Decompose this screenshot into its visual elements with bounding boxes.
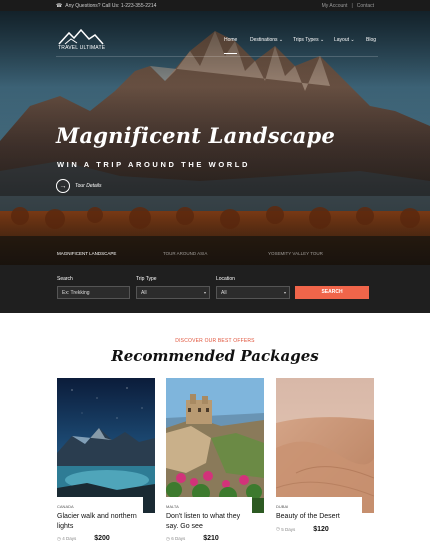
my-account-link[interactable]: My Account	[322, 3, 348, 9]
contact-link[interactable]: Contact	[357, 3, 374, 9]
package-name[interactable]: Don't listen to what they say. Go see	[166, 512, 252, 531]
hero-subtitle: WIN A TRIP AROUND THE WORLD	[57, 160, 250, 169]
search-label: Search	[57, 276, 73, 282]
slide-tab-1[interactable]: MAGNIFICENT LANDSCAPE	[57, 251, 116, 256]
clock-icon: ◷	[166, 535, 170, 541]
package-name[interactable]: Beauty of the Desert	[276, 512, 362, 522]
package-image-glacier[interactable]	[57, 378, 155, 513]
package-duration: 5 Days	[281, 526, 296, 532]
nav-destinations[interactable]: Destinations ⌄	[250, 37, 283, 43]
package-image-desert[interactable]	[276, 378, 374, 513]
package-card[interactable]: MALTA Don't listen to what they say. Go …	[166, 378, 264, 550]
trip-type-value: All	[141, 290, 147, 296]
package-price: $200	[94, 535, 110, 542]
nav-active-indicator	[224, 53, 237, 54]
search-button[interactable]: SEARCH	[295, 286, 369, 299]
slide-tab-3[interactable]: YOSEMITY VALLEY TOUR	[268, 251, 323, 256]
location-value: All	[221, 290, 227, 296]
tour-details-button[interactable]: → Tour Details	[56, 179, 102, 193]
package-duration: 4 Days	[62, 536, 77, 541]
section-eyebrow: DISCOVER OUR BEST OFFERS	[175, 338, 255, 344]
package-info: DUBAI Beauty of the Desert ◷ 5 Days $120	[276, 497, 362, 533]
topbar-separator: |	[351, 3, 353, 9]
package-price: $210	[203, 535, 219, 542]
nav-trip-types-label: Trips Types	[293, 37, 319, 43]
phone-icon: ☎	[56, 3, 63, 9]
package-country: DUBAI	[276, 504, 289, 509]
trip-type-select[interactable]: All ▾	[136, 286, 210, 299]
top-bar: ☎ Any Questions? Call Us: 1-223-355-2214…	[0, 0, 430, 11]
nav-divider	[56, 56, 378, 57]
package-name[interactable]: Glacier walk and northern lights	[57, 512, 143, 531]
trip-search-bar: Search Ex: Trekking Trip Type All ▾ Loca…	[0, 265, 430, 313]
nav-destinations-label: Destinations	[250, 37, 278, 43]
search-input-value: Ex: Trekking	[62, 290, 90, 296]
package-price: $120	[313, 525, 329, 533]
hero-slider: TRAVEL ULTIMATE Home Destinations ⌄ Trip…	[0, 11, 430, 265]
package-image-malta[interactable]	[166, 378, 264, 513]
caret-down-icon: ▾	[203, 290, 206, 295]
nav-home[interactable]: Home	[224, 37, 237, 43]
section-title: Recommended Packages	[111, 347, 319, 365]
chevron-down-icon: ⌄	[350, 37, 355, 43]
nav-layout[interactable]: Layout ⌄	[334, 37, 355, 43]
package-info: MALTA Don't listen to what they say. Go …	[166, 497, 252, 542]
phone-contact: ☎ Any Questions? Call Us: 1-223-355-2214	[56, 3, 156, 9]
package-country: MALTA	[166, 504, 179, 509]
phone-text: Any Questions? Call Us: 1-223-355-2214	[65, 3, 157, 9]
package-card[interactable]: DUBAI Beauty of the Desert ◷ 5 Days $120	[276, 378, 374, 550]
slide-tab-2[interactable]: TOUR AROUND ASIA	[163, 251, 207, 256]
clock-icon: ◷	[57, 535, 61, 541]
caret-down-icon: ▾	[283, 290, 286, 295]
chevron-down-icon: ⌄	[278, 37, 284, 43]
tour-details-label: Tour Details	[75, 183, 102, 189]
location-select[interactable]: All ▾	[216, 286, 290, 299]
hero-title: Magnificent Landscape	[56, 123, 336, 148]
package-duration: 6 Days	[171, 536, 186, 541]
package-country: CANADA	[57, 504, 74, 509]
arrow-right-icon: →	[56, 179, 70, 193]
trip-type-label: Trip Type	[136, 276, 157, 282]
package-info: CANADA Glacier walk and northern lights …	[57, 497, 143, 542]
nav-blog[interactable]: Blog	[366, 37, 376, 43]
search-input[interactable]: Ex: Trekking	[57, 286, 130, 299]
brand-name: TRAVEL ULTIMATE	[58, 45, 106, 51]
clock-icon: ◷	[276, 526, 280, 531]
nav-trip-types[interactable]: Trips Types ⌄	[293, 37, 324, 43]
location-label: Location	[216, 276, 235, 282]
nav-layout-label: Layout	[334, 37, 350, 43]
chevron-down-icon: ⌄	[319, 37, 325, 43]
package-card[interactable]: CANADA Glacier walk and northern lights …	[57, 378, 155, 550]
